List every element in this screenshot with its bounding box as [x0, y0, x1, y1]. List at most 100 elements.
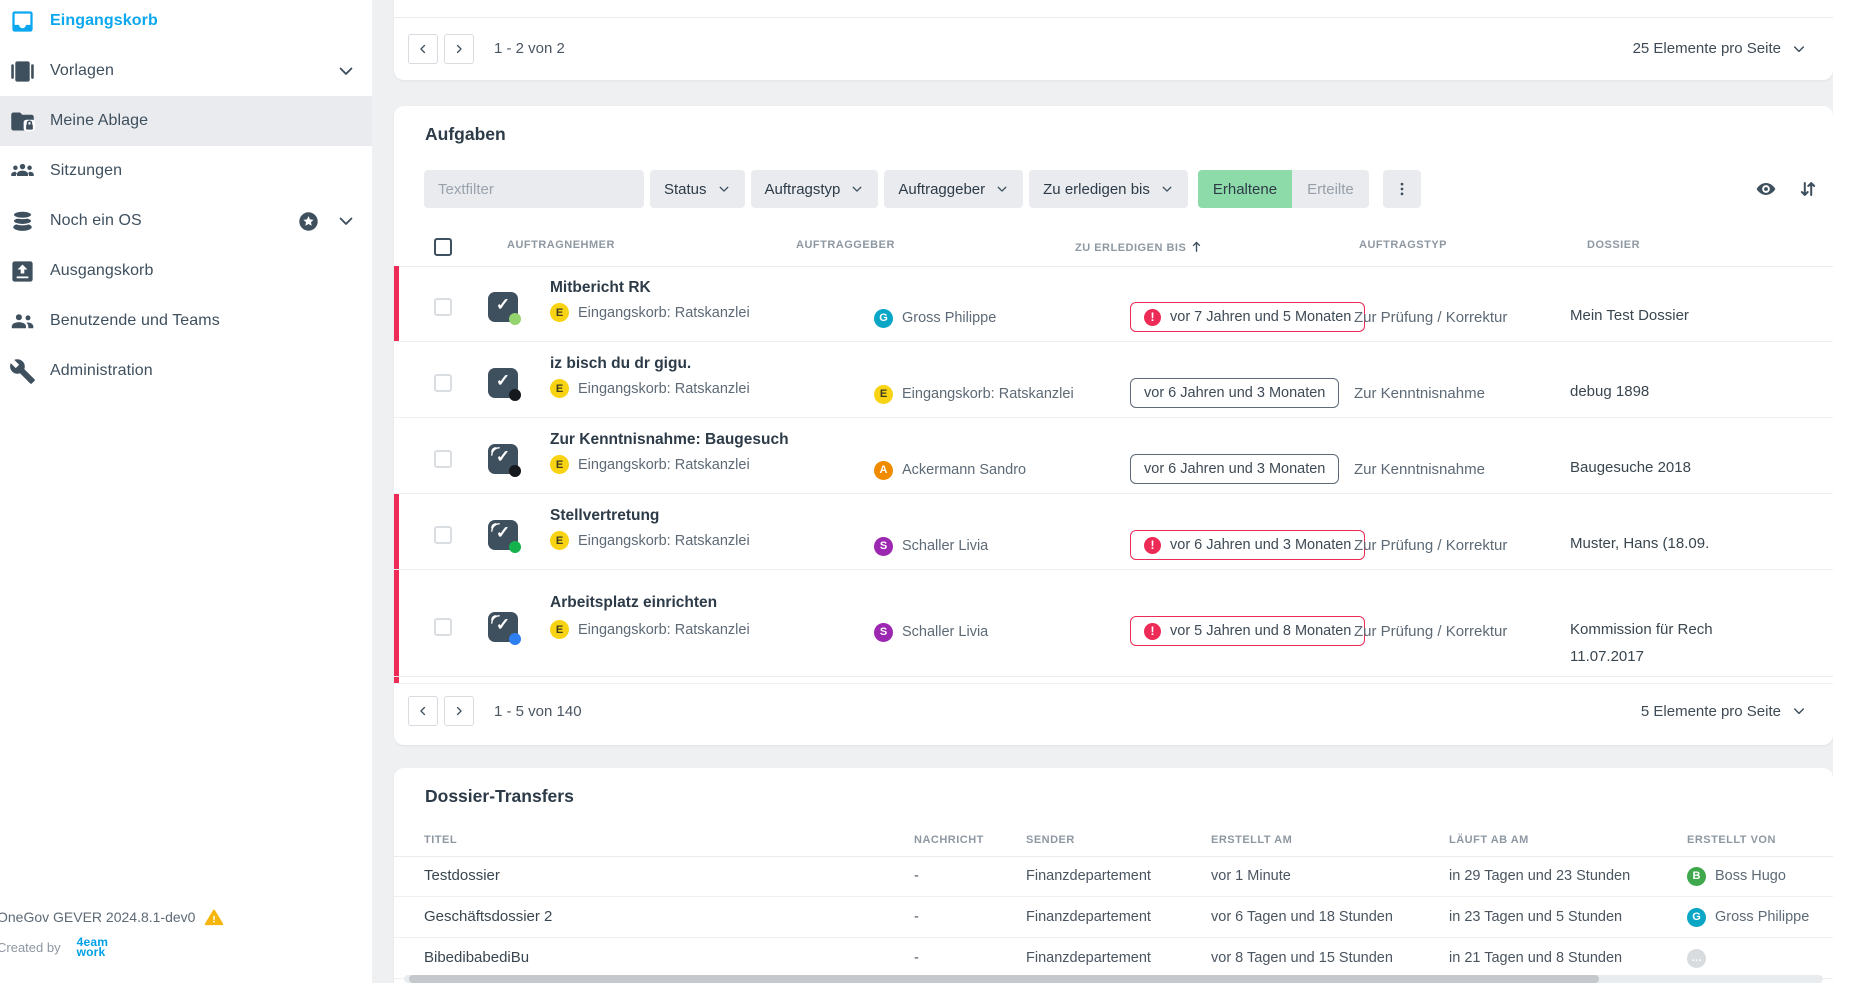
sidebar-item-administration[interactable]: Administration	[0, 346, 372, 396]
more-actions-button[interactable]	[1383, 170, 1421, 208]
row-checkbox[interactable]	[434, 450, 452, 468]
avatar: A	[874, 461, 893, 480]
sort-icon[interactable]	[1797, 178, 1819, 200]
task-row[interactable]: ✓ iz bisch du dr gigu. EEingangskorb: Rats…	[394, 342, 1833, 418]
column-header-zu-erledigen-bis[interactable]: ZU ERLEDIGEN BIS	[1075, 239, 1204, 254]
select-all-checkbox[interactable]	[434, 238, 452, 256]
task-row[interactable]: ✓StellvertretungEEingangskorb: Ratskanzl…	[394, 494, 1833, 570]
overdue-icon: !	[1144, 623, 1161, 640]
filter-label: Auftragstyp	[765, 181, 841, 198]
sidebar-item-sitzungen[interactable]: Sitzungen	[0, 146, 372, 196]
4teamwork-logo[interactable]: 4eam work	[77, 937, 109, 957]
due-date-label: vor 5 Jahren und 8 Monaten	[1170, 623, 1351, 639]
column-header-dossier[interactable]: DOSSIER	[1587, 239, 1640, 251]
task-assignee: EEingangskorb: Ratskanzlei	[550, 379, 750, 398]
filter-dropdown-auftragstyp[interactable]: Auftragstyp	[751, 170, 879, 208]
filter-dropdown-auftraggeber[interactable]: Auftraggeber	[884, 170, 1023, 208]
text-filter-input[interactable]	[424, 170, 644, 208]
sidebar-item-meine-ablage[interactable]: Meine Ablage	[0, 96, 372, 146]
filter-dropdown-zu-erledigen-bis[interactable]: Zu erledigen bis	[1029, 170, 1188, 208]
sidebar-item-benutzende-und-teams[interactable]: Benutzende und Teams	[0, 296, 372, 346]
task-assignee: EEingangskorb: Ratskanzlei	[550, 531, 750, 550]
task-issuer: SSchaller Livia	[874, 530, 988, 562]
transfer-expires: in 23 Tagen und 5 Stunden	[1449, 897, 1622, 937]
sidebar-item-label: Benutzende und Teams	[50, 312, 220, 330]
kebab-icon	[1393, 180, 1411, 198]
sidebar-item-eingangskorb[interactable]: Eingangskorb	[0, 0, 372, 46]
folder-lock-icon	[9, 108, 36, 135]
toggle-erteilte[interactable]: Erteilte	[1292, 170, 1369, 208]
task-dossier-link[interactable]: debug 1898	[1570, 378, 1832, 405]
chevron-down-icon[interactable]	[336, 211, 356, 231]
horizontal-scrollbar[interactable]	[404, 975, 1823, 983]
issuer-name: Schaller Livia	[902, 538, 988, 554]
transfer-title[interactable]: BibedibabediBu	[424, 938, 529, 978]
transfer-row[interactable]: BibedibabediBu-Finanzdepartementvor 8 Ta…	[394, 938, 1833, 979]
eye-icon[interactable]	[1755, 178, 1777, 200]
due-date-badge: !vor 6 Jahren und 3 Monaten	[1130, 530, 1365, 560]
transfer-row[interactable]: Geschäftsdossier 2-Finanzdepartementvor …	[394, 897, 1833, 938]
toggle-erhaltene[interactable]: Erhaltene	[1198, 170, 1292, 208]
transfer-sender: Finanzdepartement	[1026, 938, 1151, 978]
row-checkbox[interactable]	[434, 526, 452, 544]
task-icon: ✓	[488, 368, 518, 398]
task-title[interactable]: Stellvertretung	[550, 507, 659, 525]
scrollbar-thumb[interactable]	[409, 975, 1599, 983]
task-issuer: G Gross Philippe	[874, 302, 996, 334]
sidebar-item-noch-ein-os[interactable]: Noch ein OS	[0, 196, 372, 246]
prev-page-button[interactable]	[408, 696, 438, 726]
transfer-sender: Finanzdepartement	[1026, 897, 1151, 937]
task-dossier-link[interactable]: Muster, Hans (18.09.	[1570, 530, 1832, 557]
task-dossier-link[interactable]: Mein Test Dossier	[1570, 302, 1832, 329]
due-date-label: vor 6 Jahren und 3 Monaten	[1144, 461, 1325, 477]
chevron-down-icon[interactable]	[336, 61, 356, 81]
sidebar-item-ausgangskorb[interactable]: Ausgangskorb	[0, 246, 372, 296]
star-icon[interactable]	[297, 210, 320, 233]
created-by-line: Created by 4eam work	[0, 937, 224, 957]
task-title[interactable]: Mitbericht RK	[550, 279, 651, 297]
transfer-title[interactable]: Testdossier	[424, 856, 500, 896]
transfer-row[interactable]: Testdossier-Finanzdepartementvor 1 Minut…	[394, 856, 1833, 897]
task-status-dot	[509, 389, 521, 401]
row-checkbox[interactable]	[434, 374, 452, 392]
column-header-auftragstyp[interactable]: AUFTRAGSTYP	[1359, 239, 1447, 251]
filter-label: Status	[664, 181, 707, 198]
next-page-button[interactable]	[444, 696, 474, 726]
users-icon	[9, 308, 36, 335]
transfer-creator: GGross Philippe	[1687, 897, 1809, 937]
column-header-auftraggeber[interactable]: AUFTRAGGEBER	[796, 239, 895, 251]
sidebar-item-vorlagen[interactable]: Vorlagen	[0, 46, 372, 96]
per-page-select[interactable]: 25 Elemente pro Seite	[1633, 17, 1807, 80]
sidebar-item-label: Eingangskorb	[50, 12, 158, 30]
column-header-auftragnehmer[interactable]: AUFTRAGNEHMER	[507, 239, 615, 251]
assignee-name: Eingangskorb: Ratskanzlei	[578, 622, 750, 638]
transfer-message: -	[914, 897, 919, 937]
per-page-select[interactable]: 5 Elemente pro Seite	[1641, 677, 1807, 745]
row-checkbox[interactable]	[434, 298, 452, 316]
task-title[interactable]: Zur Kenntnisnahme: Baugesuch	[550, 431, 789, 449]
warning-icon[interactable]	[204, 908, 224, 927]
task-title[interactable]: Arbeitsplatz einrichten	[550, 594, 717, 612]
row-checkbox[interactable]	[434, 618, 452, 636]
avatar: B	[1687, 867, 1706, 886]
prev-page-button[interactable]	[408, 34, 438, 64]
task-row[interactable]: ✓Arbeitsplatz einrichtenEEingangskorb: R…	[394, 570, 1833, 684]
issuer-name: Gross Philippe	[902, 310, 996, 326]
task-row[interactable]: ✓Zur Kenntnisnahme: BaugesuchEEingangsko…	[394, 418, 1833, 494]
outbox-icon	[9, 258, 36, 285]
task-row[interactable]: ✓Mitbericht RKEEingangskorb: Ratskanzlei…	[394, 266, 1833, 342]
task-status-dot	[509, 633, 521, 645]
filter-dropdown-status[interactable]: Status	[650, 170, 745, 208]
task-assignee: EEingangskorb: Ratskanzlei	[550, 303, 750, 322]
next-page-button[interactable]	[444, 34, 474, 64]
templates-icon	[9, 58, 36, 85]
task-title[interactable]: iz bisch du dr gigu.	[550, 355, 691, 373]
task-dossier-link[interactable]: Kommission für Rech11.07.2017	[1570, 616, 1832, 670]
due-date-badge: ! vor 5 Jahren und 8 Monaten	[1130, 616, 1365, 646]
task-dossier-link[interactable]: Baugesuche 2018	[1570, 454, 1832, 481]
received-issued-toggle: Erhaltene Erteilte	[1198, 170, 1369, 208]
onegov-gever-app: Eingangskorb VorlagenMeine AblageSitzunge…	[0, 0, 1852, 983]
column-header-erstellt-am: ERSTELLT AM	[1211, 834, 1292, 846]
transfer-title[interactable]: Geschäftsdossier 2	[424, 897, 552, 937]
avatar: G	[874, 309, 893, 328]
